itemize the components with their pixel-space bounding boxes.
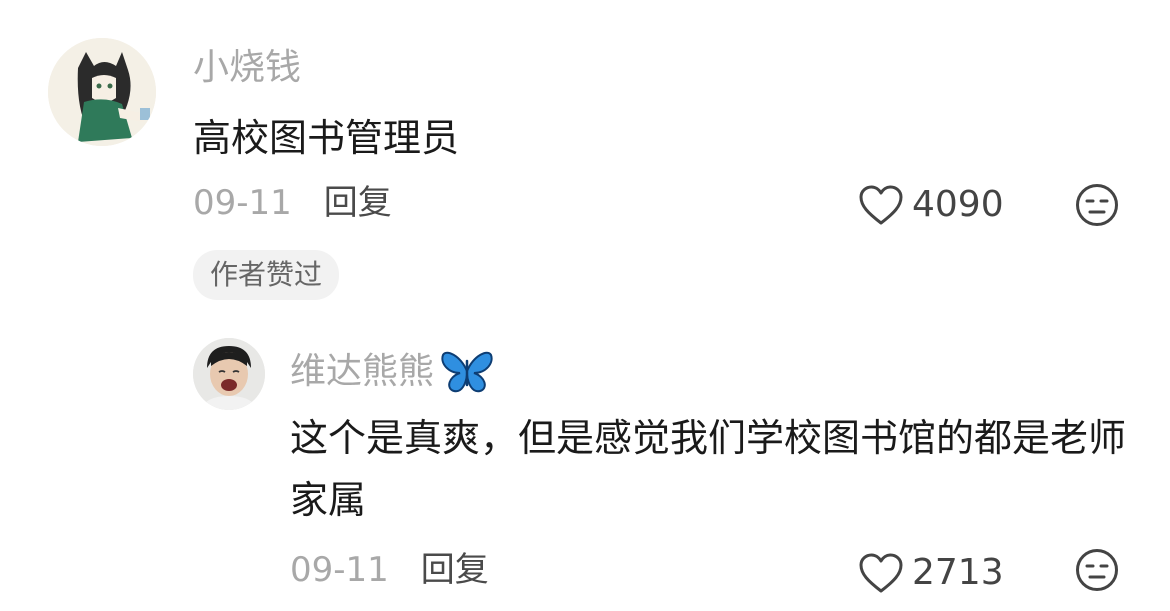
- heart-icon: [859, 553, 903, 593]
- avatar[interactable]: [48, 38, 156, 146]
- comment-text: 高校图书管理员: [193, 116, 460, 160]
- reply-date: 09-11: [290, 550, 389, 590]
- author-liked-badge: 作者赞过: [193, 250, 340, 300]
- avatar[interactable]: [193, 338, 265, 410]
- heart-icon: [859, 185, 903, 225]
- username[interactable]: 维达熊熊: [290, 349, 494, 395]
- like-count: 2713: [912, 552, 1004, 593]
- reply-button[interactable]: 回复: [421, 553, 489, 587]
- username[interactable]: 小烧钱: [193, 50, 301, 86]
- dislike-icon[interactable]: [1075, 183, 1119, 227]
- reply-button[interactable]: 回复: [324, 186, 392, 220]
- reply-meta: 09-11 回复: [290, 553, 489, 587]
- comment-date: 09-11: [193, 183, 292, 223]
- comment-thread: 小烧钱 高校图书管理员 09-11 回复 4090 作者赞过 维达熊熊 这个是真…: [0, 0, 1170, 611]
- like-button[interactable]: 4090: [858, 184, 1004, 226]
- butterfly-icon: [441, 351, 493, 393]
- dislike-icon[interactable]: [1075, 548, 1119, 592]
- like-button[interactable]: 2713: [858, 552, 1004, 594]
- username-text: 维达熊熊: [290, 351, 435, 392]
- like-count: 4090: [912, 184, 1004, 225]
- reply-text: 这个是真爽，但是感觉我们学校图书馆的都是老师家属: [290, 416, 1127, 522]
- comment-meta: 09-11 回复: [193, 186, 392, 220]
